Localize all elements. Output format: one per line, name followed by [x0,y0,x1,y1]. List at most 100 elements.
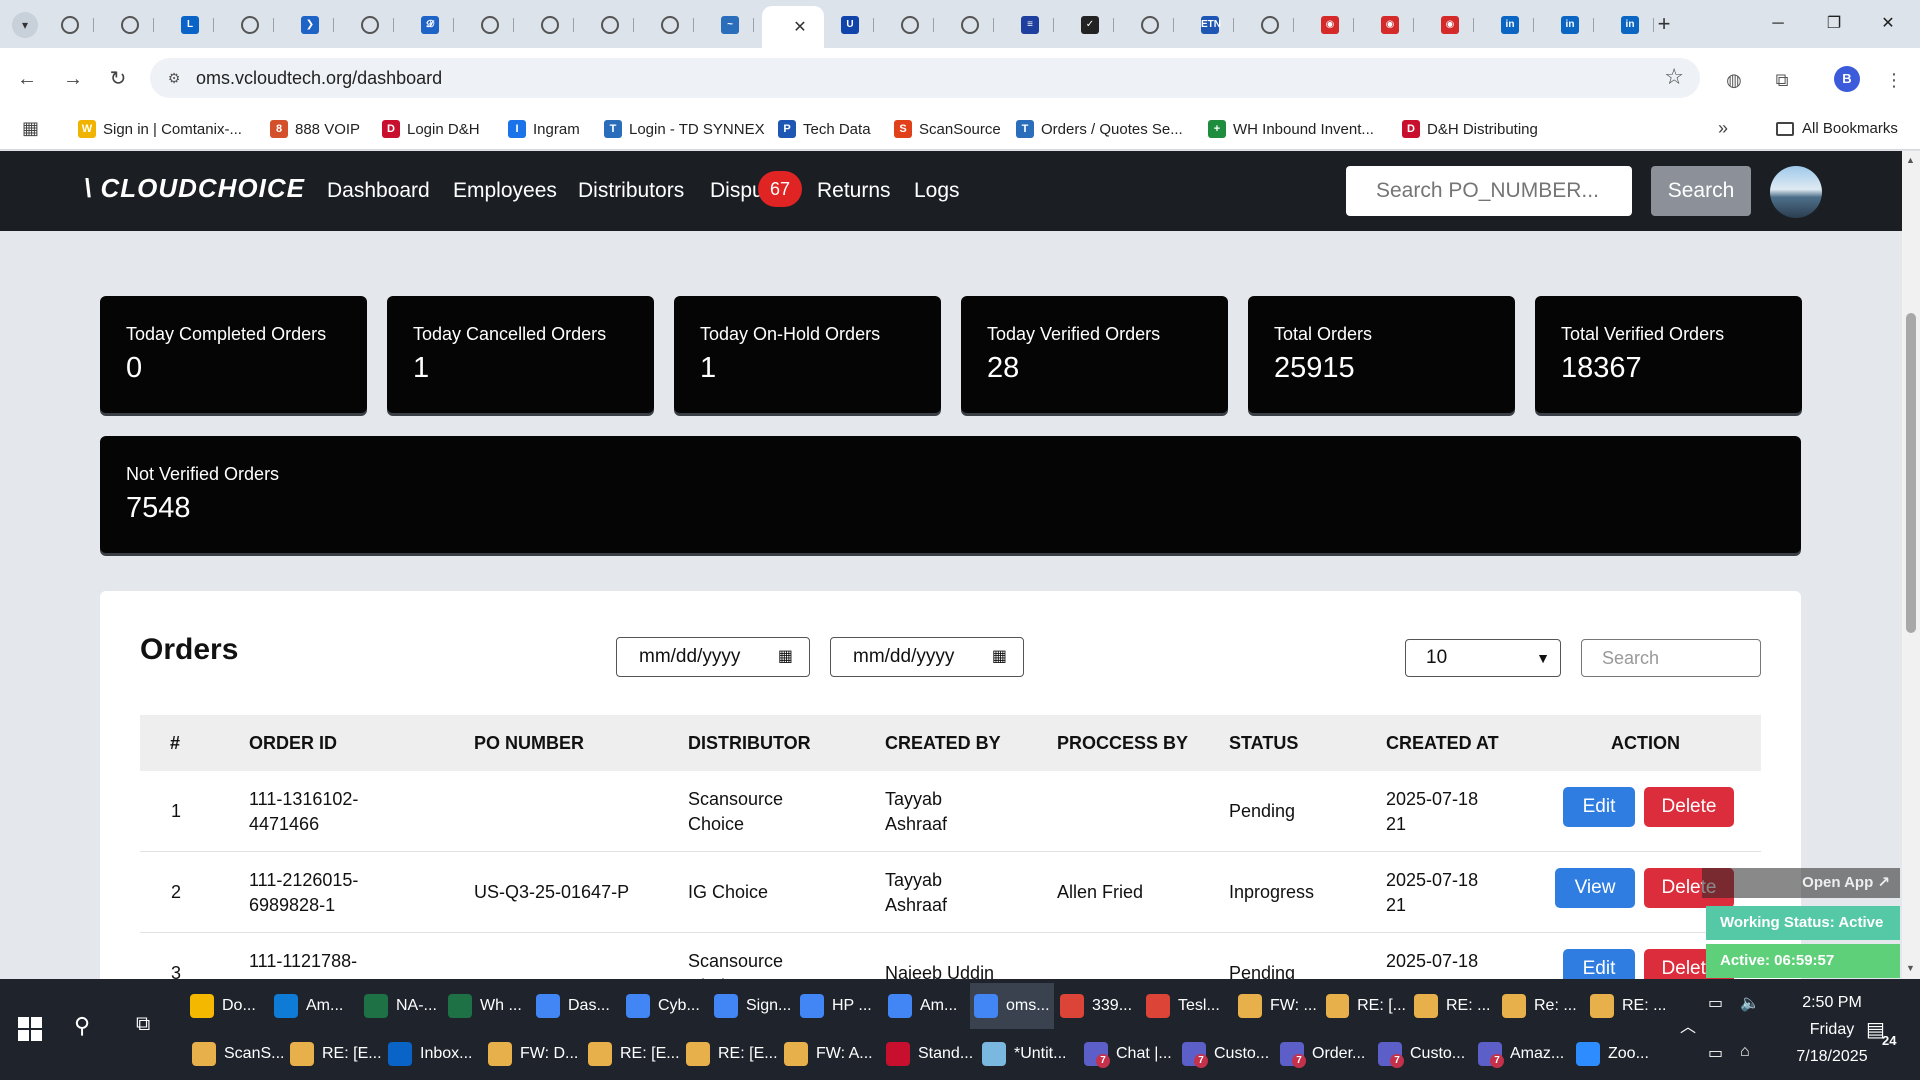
site-info-icon[interactable]: ⚙ [164,68,184,88]
browser-tab[interactable]: U [826,10,874,40]
taskbar-app[interactable]: Zoo... [1576,1031,1649,1077]
edit-button[interactable]: Edit [1563,787,1635,827]
browser-tab[interactable]: in [1546,10,1594,40]
taskbar-app[interactable]: RE: ... [1586,983,1670,1029]
taskbar-app[interactable]: Do... [186,983,270,1029]
browser-tab[interactable] [466,10,514,40]
taskbar-app[interactable]: RE: [E... [588,1031,680,1077]
taskbar-app[interactable]: FW: A... [784,1031,873,1077]
browser-tab[interactable] [346,10,394,40]
nav-employees[interactable]: Employees [453,179,557,203]
taskbar-app[interactable]: FW: D... [488,1031,578,1077]
search-button[interactable]: Search [1651,166,1751,216]
taskbar-app[interactable]: Cyb... [622,983,706,1029]
page-size-select[interactable]: 10 ▼ [1405,639,1561,677]
bookmark-item[interactable]: T Login - TD SYNNEX [604,120,765,138]
taskbar-app[interactable]: 339... [1056,983,1140,1029]
taskbar-app[interactable]: ScanS... [192,1031,284,1077]
browser-tab[interactable] [46,10,94,40]
taskbar-app[interactable]: RE: [E... [686,1031,778,1077]
scrollbar-thumb[interactable] [1906,313,1916,633]
back-button[interactable]: ← [12,64,42,94]
taskbar-app[interactable]: Am... [270,983,354,1029]
browser-tab[interactable] [1246,10,1294,40]
browser-tab[interactable]: ~ [706,10,754,40]
forward-button[interactable]: → [58,64,88,94]
bookmark-item[interactable]: P Tech Data [778,120,871,138]
taskbar-app[interactable]: FW: ... [1234,983,1318,1029]
more-bookmarks-icon[interactable]: » [1718,118,1728,139]
all-bookmarks-button[interactable]: All Bookmarks [1776,120,1898,137]
nav-disputes[interactable]: Dispu [710,179,764,203]
browser-tab[interactable]: ◉ [1426,10,1474,40]
close-tab-icon[interactable]: ✕ [793,17,806,37]
nav-distributors[interactable]: Distributors [578,179,684,203]
menu-icon[interactable]: ⋮ [1880,66,1908,94]
scroll-down-icon[interactable]: ▼ [1906,963,1915,973]
battery-icon[interactable]: ▭ [1708,993,1723,1013]
profile-avatar[interactable]: B [1834,66,1860,92]
bookmark-item[interactable]: S ScanSource [894,120,1001,138]
nav-returns[interactable]: Returns [817,179,891,203]
taskbar-app[interactable]: NA-... [360,983,444,1029]
restore-button[interactable]: ❐ [1814,10,1854,38]
tab-search-dropdown[interactable]: ▾ [12,12,38,38]
edit-button[interactable]: Edit [1563,949,1635,979]
delete-button[interactable]: Delete [1644,787,1734,827]
browser-tab[interactable] [106,10,154,40]
taskbar-app[interactable]: Sign... [710,983,794,1029]
translate-icon[interactable]: ◍ [1720,66,1748,94]
taskbar-app[interactable]: 7 Chat |... [1084,1031,1172,1077]
browser-tab[interactable]: ◉ [1306,10,1354,40]
browser-tab[interactable]: ✓ [1066,10,1114,40]
volume-icon[interactable]: 🔈 [1740,993,1760,1013]
view-button[interactable]: View [1555,868,1635,908]
network-icon[interactable]: ▭ [1708,1043,1723,1063]
minimize-button[interactable]: ─ [1758,10,1798,38]
taskbar-app[interactable]: oms... [970,983,1054,1029]
browser-tab[interactable] [1126,10,1174,40]
browser-tab[interactable] [886,10,934,40]
browser-tab[interactable] [946,10,994,40]
taskbar-app[interactable]: RE: [E... [290,1031,382,1077]
calendar-icon[interactable]: ▦ [992,638,1007,676]
new-tab-button[interactable]: + [1650,10,1678,38]
browser-tab[interactable] [526,10,574,40]
reload-button[interactable]: ↻ [103,64,133,94]
table-search-input[interactable]: Search [1581,639,1761,677]
notifications-icon[interactable]: ⌂ [1740,1043,1750,1061]
user-avatar[interactable] [1770,166,1822,218]
nav-logs[interactable]: Logs [914,179,960,203]
taskbar-app[interactable]: Stand... [886,1031,973,1077]
browser-tab[interactable] [226,10,274,40]
taskbar-app[interactable]: Tesl... [1142,983,1226,1029]
browser-tab[interactable] [646,10,694,40]
bookmark-item[interactable]: T Orders / Quotes Se... [1016,120,1183,138]
bookmark-item[interactable]: D D&H Distributing [1402,120,1538,138]
address-bar[interactable]: ⚙ oms.vcloudtech.org/dashboard ☆ [150,58,1700,98]
tab-active[interactable]: ✕ [762,6,824,48]
taskbar-app[interactable]: 7 Amaz... [1478,1031,1564,1077]
show-hidden-icons[interactable]: ︿ [1680,1013,1696,1037]
bookmark-item[interactable]: D Login D&H [382,120,480,138]
taskbar-app[interactable]: RE: ... [1410,983,1494,1029]
windows-start-icon[interactable] [18,1017,42,1041]
taskbar-app[interactable]: *Untit... [982,1031,1066,1077]
taskbar-app[interactable]: HP ... [796,983,880,1029]
taskbar-app[interactable]: RE: [... [1322,983,1406,1029]
date-to-input[interactable]: mm/dd/yyyy ▦ [830,637,1024,677]
po-number-search-input[interactable] [1346,166,1632,216]
bookmark-item[interactable]: I Ingram [508,120,580,138]
browser-tab[interactable]: in [1606,10,1654,40]
bookmark-item[interactable]: 8 888 VOIP [270,120,360,138]
nav-dashboard[interactable]: Dashboard [327,179,430,203]
browser-tab[interactable]: 𝓓 [406,10,454,40]
taskbar-app[interactable]: 7 Custo... [1378,1031,1465,1077]
browser-tab[interactable]: in [1486,10,1534,40]
browser-tab[interactable]: ◉ [1366,10,1414,40]
browser-tab[interactable] [586,10,634,40]
close-window-button[interactable]: ✕ [1868,10,1908,38]
scroll-up-icon[interactable]: ▲ [1906,155,1915,165]
bookmark-item[interactable]: + WH Inbound Invent... [1208,120,1374,138]
taskbar-app[interactable]: Wh ... [444,983,528,1029]
